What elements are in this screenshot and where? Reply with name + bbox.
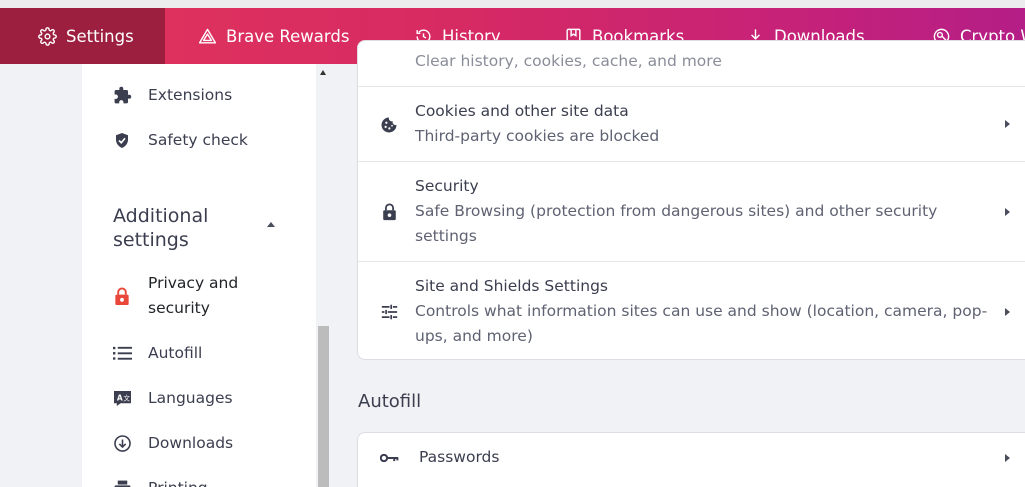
scroll-up-arrow-icon[interactable] [320,70,326,75]
download-circle-icon [111,433,133,455]
row-title: Passwords [419,448,500,466]
section-label-line: settings [113,229,189,251]
row-cookies-site-data[interactable]: Cookies and other site data Third-party … [358,86,1025,161]
scrollbar-thumb[interactable] [318,326,329,487]
window-top-strip [0,0,1025,8]
sidebar-item-downloads[interactable]: Downloads [82,431,316,456]
translate-icon: A文 [111,388,133,410]
sidebar-item-label: Autofill [148,344,203,362]
chevron-right-icon [1005,308,1010,316]
key-icon [379,448,399,468]
row-title: Site and Shields Settings [415,277,609,295]
printer-icon [111,478,133,487]
row-site-shields-settings[interactable]: Site and Shields Settings Controls what … [358,261,1025,359]
sidebar-item-label: Languages [148,389,233,407]
row-subtitle: Controls what information sites can use … [415,302,988,320]
autofill-card: Passwords [357,432,1025,487]
sidebar-item-privacy-and-security[interactable]: Privacy and security [82,271,316,321]
lock-icon [111,285,133,307]
sidebar-item-label: Downloads [148,434,234,452]
privacy-security-card: Clear history, cookies, cache, and more … [357,40,1025,360]
clear-browsing-data-subtitle: Clear history, cookies, cache, and more [415,52,722,70]
svg-text:A: A [116,393,122,402]
tab-brave-rewards[interactable]: Brave Rewards [198,8,349,64]
autofill-section-title: Autofill [358,391,422,412]
sidebar-item-printing[interactable]: Printing [82,476,316,487]
row-security[interactable]: Security Safe Browsing (protection from … [358,161,1025,261]
sidebar-item-autofill[interactable]: Autofill [82,341,316,366]
sidebar-item-label: Extensions [148,86,233,104]
chevron-right-icon [1005,454,1010,462]
row-subtitle: Safe Browsing (protection from dangerous… [415,202,938,220]
caret-up-icon[interactable] [267,222,275,227]
tab-label: Settings [66,26,134,46]
row-title: Cookies and other site data [415,102,629,120]
sidebar-item-label: Safety check [148,131,248,149]
tune-sliders-icon [379,302,399,322]
puzzle-piece-icon [111,85,133,107]
sidebar-item-extensions[interactable]: Extensions [82,83,316,108]
sidebar-item-safety-check[interactable]: Safety check [82,128,316,153]
additional-settings-toggle[interactable]: Additional settings [113,204,208,252]
rewards-triangle-icon [198,28,217,44]
section-label-line: Additional [113,205,209,227]
sidebar-item-label: Printing [148,476,208,487]
tab-settings[interactable]: Settings [0,8,165,64]
gear-icon [38,26,57,46]
row-title: Security [415,177,479,195]
padlock-icon [379,202,399,222]
sidebar-item-label: Privacy and [148,274,239,292]
shield-check-icon [111,130,133,152]
list-icon [111,343,133,365]
sidebar-item-label: security [148,299,210,317]
sidebar-item-languages[interactable]: A文 Languages [82,386,316,411]
svg-text:文: 文 [123,393,130,402]
cookie-icon [379,115,399,135]
sidebar-scrollbar[interactable] [316,64,331,487]
row-subtitle: ups, and more) [415,327,533,345]
chevron-right-icon [1005,208,1010,216]
tab-label: Brave Rewards [226,26,350,46]
settings-sidebar: Extensions Safety check Additional setti… [82,64,316,487]
row-subtitle: settings [415,227,477,245]
row-passwords[interactable]: Passwords [358,433,1025,483]
chevron-right-icon [1005,120,1010,128]
row-subtitle: Third-party cookies are blocked [415,127,660,145]
